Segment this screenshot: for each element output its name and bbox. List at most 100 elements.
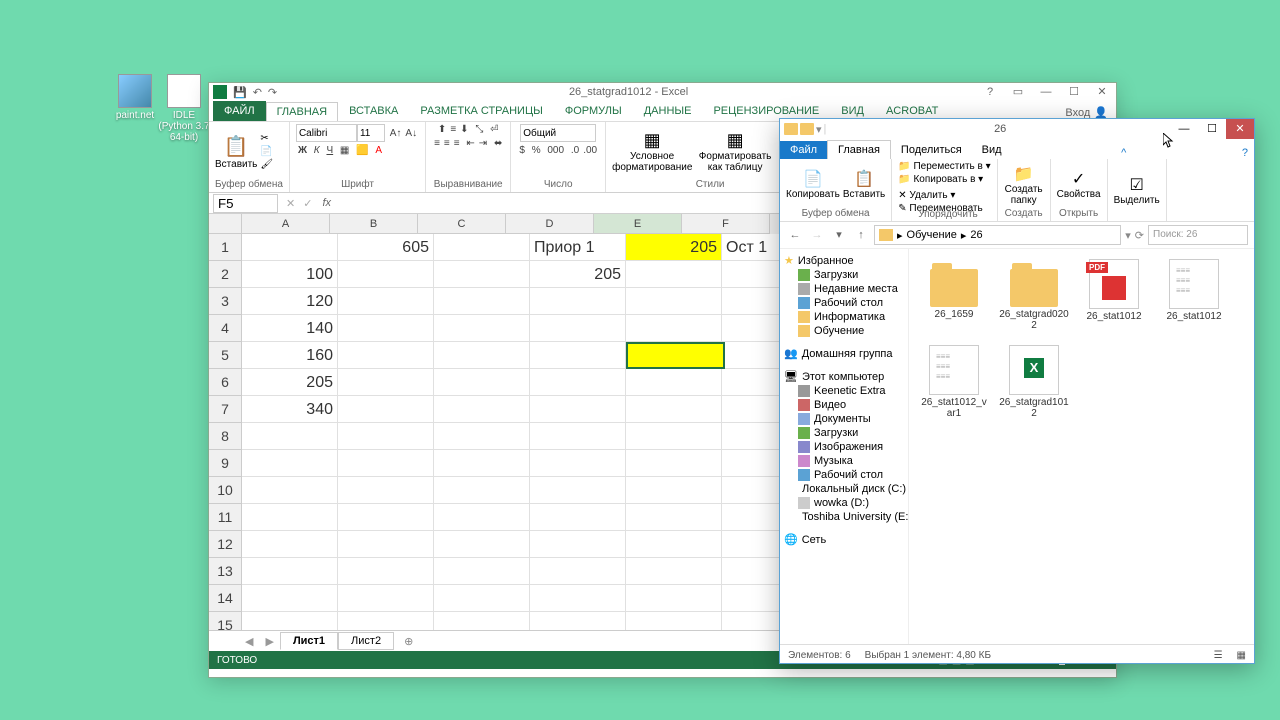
file-item-txt[interactable]: 26_stat1012_var1 (919, 345, 989, 419)
sheet-nav-next-icon[interactable]: ▶ (259, 635, 279, 648)
nav-video[interactable]: Видео (782, 398, 906, 412)
file-item-txt[interactable]: 26_stat1012 (1159, 259, 1229, 331)
cell[interactable] (434, 423, 530, 450)
cell[interactable] (530, 342, 626, 369)
cell[interactable] (338, 558, 434, 585)
cell[interactable] (530, 369, 626, 396)
nav-keenetic[interactable]: Keenetic Extra (782, 384, 906, 398)
cell[interactable] (338, 288, 434, 315)
cell[interactable] (530, 531, 626, 558)
cell[interactable] (530, 423, 626, 450)
col-header-c[interactable]: C (418, 214, 506, 234)
cell[interactable] (626, 612, 722, 630)
sheet-nav-prev-icon[interactable]: ◀ (239, 635, 259, 648)
align-left-icon[interactable]: ≡ (432, 137, 442, 150)
comma-icon[interactable]: 000 (545, 144, 566, 157)
cell[interactable] (242, 423, 338, 450)
cell[interactable] (434, 234, 530, 261)
font-size-input[interactable] (357, 124, 385, 142)
row-header[interactable]: 3 (209, 288, 242, 315)
enter-icon[interactable]: ✓ (299, 197, 316, 210)
cell[interactable] (338, 369, 434, 396)
decrease-indent-icon[interactable]: ⇤ (464, 137, 476, 150)
details-view-icon[interactable]: ☰ (1214, 650, 1223, 661)
cell[interactable] (530, 450, 626, 477)
format-table-icon[interactable]: ▦ (695, 130, 775, 151)
nav-desktop2[interactable]: Рабочий стол (782, 468, 906, 482)
minimize-button[interactable]: — (1170, 119, 1198, 139)
font-name-input[interactable] (296, 124, 357, 142)
increase-font-icon[interactable]: A↑ (388, 127, 404, 140)
breadcrumb-item[interactable]: 26 (970, 229, 982, 241)
explorer-titlebar[interactable]: ▾ | 26 — ☐ ✕ (780, 119, 1254, 139)
up-button[interactable]: ↑ (852, 226, 870, 244)
nav-downloads2[interactable]: Загрузки (782, 426, 906, 440)
row-header[interactable]: 7 (209, 396, 242, 423)
cell[interactable]: 140 (242, 315, 338, 342)
tab-insert[interactable]: ВСТАВКА (338, 101, 409, 121)
row-header[interactable]: 14 (209, 585, 242, 612)
inc-decimal-icon[interactable]: .0 (569, 144, 581, 157)
select-button[interactable]: Выделить (1114, 195, 1160, 206)
tab-view[interactable]: Вид (972, 141, 1012, 159)
forward-button[interactable]: → (808, 226, 826, 244)
minimize-button[interactable]: — (1032, 83, 1060, 101)
copy-icon[interactable]: 📄 (260, 146, 273, 157)
cell[interactable] (434, 558, 530, 585)
merge-icon[interactable]: ⬌ (492, 137, 504, 150)
collapse-ribbon-icon[interactable]: ^ (1115, 147, 1132, 159)
align-middle-icon[interactable]: ≡ (448, 123, 458, 136)
search-input[interactable]: Поиск: 26 (1148, 225, 1248, 245)
new-sheet-icon[interactable]: ⊕ (394, 635, 423, 648)
sheet-tab-1[interactable]: Лист1 (280, 632, 338, 650)
cell[interactable] (530, 612, 626, 630)
back-button[interactable]: ← (786, 226, 804, 244)
tab-file[interactable]: ФАЙЛ (213, 101, 266, 121)
chevron-down-icon[interactable]: ▾ (816, 123, 822, 136)
files-pane[interactable]: 26_1659 26_statgrad0202 26_stat1012 26_s… (909, 249, 1254, 644)
cell[interactable] (626, 531, 722, 558)
cell[interactable] (626, 585, 722, 612)
row-header[interactable]: 5 (209, 342, 242, 369)
active-cell[interactable] (626, 342, 725, 369)
cell[interactable] (434, 585, 530, 612)
paste-button[interactable]: Вставить (215, 159, 257, 170)
dec-decimal-icon[interactable]: .00 (581, 144, 599, 157)
cell[interactable] (434, 477, 530, 504)
nav-homegroup[interactable]: 👥Домашняя группа (782, 346, 906, 361)
nav-ddrive[interactable]: wowka (D:) (782, 496, 906, 510)
cell[interactable] (338, 585, 434, 612)
address-bar[interactable]: ▸ Обучение ▸ 26 (874, 225, 1121, 245)
cell[interactable] (434, 531, 530, 558)
paste-button[interactable]: Вставить (843, 189, 885, 200)
cell[interactable] (338, 477, 434, 504)
row-header[interactable]: 1 (209, 234, 242, 261)
properties-button[interactable]: Свойства (1057, 189, 1101, 200)
cell[interactable] (242, 585, 338, 612)
breadcrumb-item[interactable]: Обучение (907, 229, 957, 241)
delete-button[interactable]: ✕ Удалить ▾ (898, 190, 955, 201)
format-painter-icon[interactable]: 🖌 (260, 159, 273, 170)
row-header[interactable]: 12 (209, 531, 242, 558)
nav-cdrive[interactable]: Локальный диск (C:) (782, 482, 906, 496)
cut-icon[interactable]: ✂ (260, 133, 273, 144)
maximize-button[interactable]: ☐ (1198, 119, 1226, 139)
cell[interactable] (530, 396, 626, 423)
percent-icon[interactable]: % (530, 144, 543, 157)
cell[interactable] (434, 450, 530, 477)
row-header[interactable]: 13 (209, 558, 242, 585)
redo-icon[interactable]: ↷ (268, 86, 277, 99)
recent-dropdown-icon[interactable]: ▾ (830, 226, 848, 244)
align-top-icon[interactable]: ⬆ (436, 123, 448, 136)
cell[interactable]: 120 (242, 288, 338, 315)
tab-home[interactable]: Главная (827, 140, 891, 159)
row-header[interactable]: 2 (209, 261, 242, 288)
undo-icon[interactable]: ↶ (253, 86, 262, 99)
cell[interactable]: 605 (338, 234, 434, 261)
cell[interactable]: 100 (242, 261, 338, 288)
cell[interactable] (434, 288, 530, 315)
cell[interactable] (626, 558, 722, 585)
select-all-corner[interactable] (209, 214, 242, 234)
cell[interactable] (626, 504, 722, 531)
save-icon[interactable]: 💾 (233, 86, 247, 99)
